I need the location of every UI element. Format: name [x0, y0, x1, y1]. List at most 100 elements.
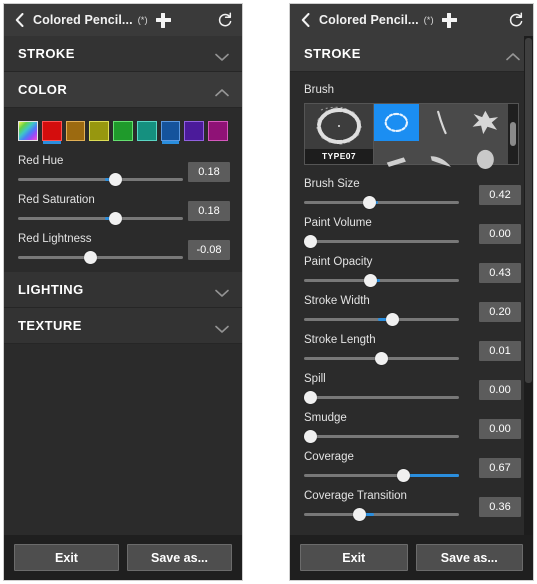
modified-marker: (*) — [423, 14, 434, 26]
blue-swatch[interactable] — [160, 121, 181, 144]
slider-track[interactable] — [18, 212, 183, 225]
chevron-down-icon — [214, 49, 230, 61]
slider-value[interactable]: 0.00 — [479, 224, 521, 244]
slider-track[interactable] — [304, 508, 459, 521]
slider-value[interactable]: 0.18 — [188, 201, 230, 221]
slider-handle[interactable] — [362, 196, 376, 209]
slider-handle[interactable] — [108, 173, 122, 186]
slider-handle[interactable] — [385, 313, 399, 326]
chevron-up-icon — [505, 49, 521, 60]
slider-handle[interactable] — [84, 251, 98, 264]
refresh-icon[interactable] — [507, 11, 524, 29]
red-swatch[interactable] — [41, 121, 62, 144]
sidebar-item-lighting[interactable]: LIGHTING — [4, 272, 242, 308]
slider-label: Coverage — [304, 451, 354, 463]
slider-value[interactable]: -0.08 — [188, 240, 230, 260]
slider-row: Brush Size 0.42 — [290, 174, 533, 213]
exit-button[interactable]: Exit — [300, 544, 408, 571]
right-brush-settings-panel: Colored Pencil... (*) STROKE Brush TYPE0… — [289, 3, 534, 581]
rainbow-swatch[interactable] — [18, 121, 38, 141]
slider-track[interactable] — [304, 196, 459, 209]
slider-handle[interactable] — [303, 235, 317, 248]
slider-label: Red Hue — [18, 155, 64, 167]
sidebar-item-color[interactable]: COLOR — [4, 72, 242, 108]
app-window: Colored Pencil... (*) STROKE COLOR Red H… — [0, 0, 537, 584]
slider-track[interactable] — [304, 313, 459, 326]
slider-label: Spill — [304, 373, 326, 385]
orange-swatch[interactable] — [65, 121, 86, 141]
chevron-down-icon — [214, 321, 230, 333]
slider-track[interactable] — [304, 469, 459, 482]
slider-value[interactable]: 0.67 — [479, 458, 521, 478]
save-as-button[interactable]: Save as... — [127, 544, 232, 571]
sidebar-item-stroke[interactable]: STROKE — [4, 36, 242, 72]
brush-ring-preview-icon — [316, 106, 362, 145]
brush-thumb-ring[interactable] — [374, 104, 419, 141]
purple-swatch[interactable] — [184, 121, 205, 141]
slider-track[interactable] — [304, 274, 459, 287]
slider-value[interactable]: 0.00 — [479, 419, 521, 439]
slider-value[interactable]: 0.00 — [479, 380, 521, 400]
color-swatch-row — [4, 108, 242, 151]
refresh-icon[interactable] — [216, 11, 233, 29]
save-as-button[interactable]: Save as... — [415, 544, 523, 571]
exit-button[interactable]: Exit — [14, 544, 119, 571]
slider-handle[interactable] — [353, 508, 367, 521]
stroke-panel-scrollbar[interactable] — [524, 36, 533, 535]
brush-thumb-curve[interactable] — [419, 141, 464, 178]
slider-row: Coverage 0.67 — [290, 447, 533, 486]
slider-handle[interactable] — [108, 212, 122, 225]
slider-track[interactable] — [18, 173, 183, 186]
brush-thumb-flat[interactable] — [374, 141, 419, 178]
slider-track[interactable] — [304, 352, 459, 365]
slider-label: Coverage Transition — [304, 490, 407, 502]
slider-handle[interactable] — [396, 469, 410, 482]
sidebar-item-stroke[interactable]: STROKE — [290, 36, 533, 72]
slider-value[interactable]: 0.01 — [479, 341, 521, 361]
brush-thumb-blob[interactable] — [463, 141, 508, 178]
slider-track[interactable] — [18, 251, 183, 264]
slider-handle[interactable] — [375, 352, 388, 365]
magenta-swatch[interactable] — [208, 121, 229, 141]
slider-value[interactable]: 0.43 — [479, 263, 521, 283]
chevron-left-icon[interactable] — [12, 12, 26, 28]
slider-label: Paint Volume — [304, 217, 372, 229]
brush-selected-preview[interactable]: TYPE07 — [305, 104, 374, 164]
brush-thumb-stroke[interactable] — [419, 104, 464, 141]
brush-thumb-splatter[interactable] — [463, 104, 508, 141]
chevron-left-icon[interactable] — [298, 12, 312, 28]
section-label-stroke: STROKE — [304, 46, 361, 61]
slider-label: Red Lightness — [18, 233, 92, 245]
slider-value[interactable]: 0.42 — [479, 185, 521, 205]
slider-value[interactable]: 0.20 — [479, 302, 521, 322]
stroke-panel-scrollbar-thumb[interactable] — [525, 38, 532, 383]
plus-icon[interactable] — [155, 12, 171, 28]
green-swatch[interactable] — [113, 121, 133, 141]
slider-label: Stroke Width — [304, 295, 370, 307]
left-brush-settings-panel: Colored Pencil... (*) STROKE COLOR Red H… — [3, 3, 243, 581]
yellow-swatch[interactable] — [89, 121, 110, 141]
sidebar-item-texture[interactable]: TEXTURE — [4, 308, 242, 344]
section-label-stroke: STROKE — [18, 46, 75, 61]
slider-track[interactable] — [303, 430, 459, 443]
slider-handle[interactable] — [303, 430, 317, 443]
slider-row: Stroke Width 0.20 — [290, 291, 533, 330]
slider-fill — [403, 474, 459, 477]
right-footer: Exit Save as... — [290, 535, 533, 580]
right-panel-body: STROKE Brush TYPE07 Brush Size 0.42 Pain… — [290, 36, 533, 535]
slider-handle[interactable] — [364, 274, 378, 287]
teal-swatch[interactable] — [136, 121, 157, 141]
plus-icon[interactable] — [441, 12, 457, 28]
slider-row: Coverage Transition 0.36 — [290, 486, 533, 525]
left-panel-body: STROKE COLOR Red Hue 0.18 Red Saturation 0.… — [4, 36, 242, 535]
slider-track[interactable] — [303, 235, 459, 248]
slider-track[interactable] — [303, 391, 459, 404]
slider-value[interactable]: 0.36 — [479, 497, 521, 517]
slider-value[interactable]: 0.18 — [188, 162, 230, 182]
slider-row: Paint Volume 0.00 — [290, 213, 533, 252]
section-label-color: COLOR — [18, 82, 68, 97]
slider-handle[interactable] — [303, 391, 317, 404]
brush-grid-scrollbar[interactable] — [508, 104, 518, 164]
brush-grid-scrollbar-thumb[interactable] — [510, 122, 516, 146]
slider-row: Spill 0.00 — [290, 369, 533, 408]
